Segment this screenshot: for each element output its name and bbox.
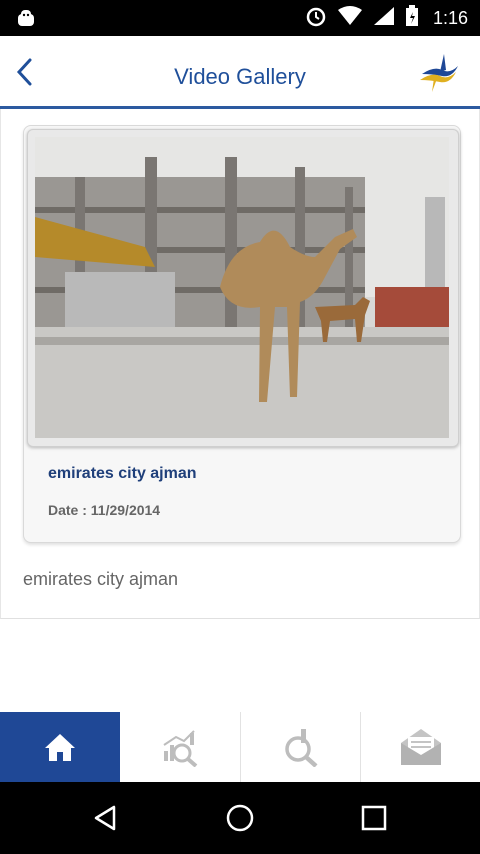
- status-bar: 1:16: [0, 0, 480, 36]
- video-list: emirates city ajman Date : 11/29/2014 em…: [0, 109, 480, 619]
- system-nav-bar: [0, 782, 480, 854]
- android-icon: [14, 6, 38, 34]
- status-time: 1:16: [432, 7, 468, 28]
- recents-icon: [361, 805, 387, 831]
- signal-icon: [373, 6, 395, 30]
- system-home-button[interactable]: [222, 800, 258, 836]
- bottom-nav: [0, 712, 480, 782]
- page-title: Video Gallery: [174, 64, 306, 89]
- back-icon: [94, 805, 116, 831]
- video-date: Date : 11/29/2014: [48, 502, 161, 518]
- nav-search[interactable]: [240, 712, 360, 782]
- video-thumbnail[interactable]: [35, 137, 449, 438]
- system-back-button[interactable]: [88, 800, 124, 836]
- chart-search-icon: [163, 730, 198, 767]
- alarm-icon: [305, 5, 327, 31]
- wifi-icon: [337, 6, 363, 30]
- home-icon: [45, 734, 75, 761]
- battery-icon: [405, 5, 419, 31]
- video-title[interactable]: emirates city ajman: [48, 465, 197, 483]
- video-card[interactable]: emirates city ajman Date : 11/29/2014: [23, 125, 461, 543]
- search-icon: [284, 729, 318, 767]
- thumbnail-frame: [27, 129, 459, 447]
- home-circle-icon: [226, 804, 254, 832]
- mail-icon: [400, 729, 441, 765]
- nav-chart-search[interactable]: [120, 712, 240, 782]
- nav-home[interactable]: [0, 712, 120, 782]
- nav-mail[interactable]: [360, 712, 480, 782]
- brand-logo: [418, 52, 460, 94]
- system-recents-button[interactable]: [356, 800, 392, 836]
- video-description: emirates city ajman: [23, 569, 179, 589]
